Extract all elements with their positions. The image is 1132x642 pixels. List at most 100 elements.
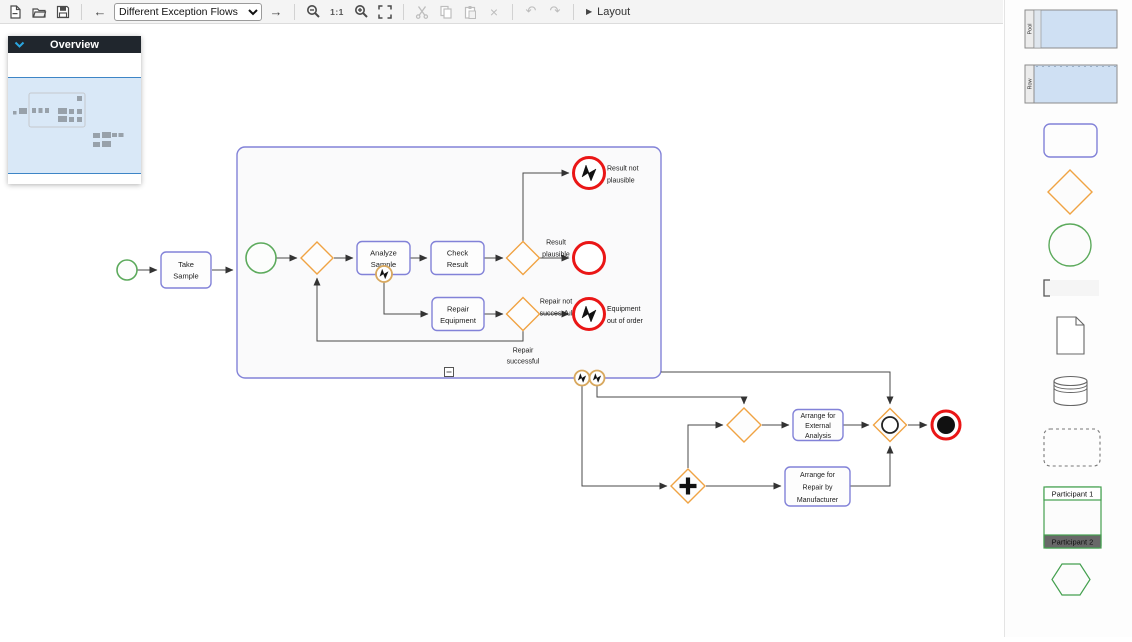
svg-text:Arrange for: Arrange for <box>800 472 836 479</box>
edge-label: out of order <box>607 318 643 325</box>
svg-text:Repair: Repair <box>447 305 470 314</box>
palette-item-data-object[interactable] <box>1057 317 1084 354</box>
task-check-result[interactable]: Check Result <box>431 242 484 275</box>
flow-edge[interactable] <box>582 386 667 486</box>
boundary-error-event[interactable] <box>376 266 392 282</box>
svg-text:Arrange for: Arrange for <box>800 413 836 420</box>
toolbar-separator <box>512 4 513 20</box>
end-event-result-plausible[interactable] <box>574 243 605 274</box>
delete-button[interactable]: × <box>484 2 504 22</box>
palette-item-gateway[interactable] <box>1048 170 1092 214</box>
edge-label: Result not <box>607 166 639 173</box>
toolbar-separator <box>81 4 82 20</box>
event-based-gateway[interactable] <box>874 409 907 442</box>
start-event[interactable] <box>117 260 137 280</box>
svg-text:Check: Check <box>447 249 469 258</box>
subprocess-start-event[interactable] <box>246 243 276 273</box>
chevron-down-icon[interactable] <box>14 41 25 49</box>
task-arrange-repair-manufacturer[interactable]: Arrange for Repair by Manufacturer <box>785 467 850 506</box>
minimap-graphic <box>8 53 141 184</box>
flow-edge[interactable] <box>661 372 890 404</box>
next-diagram-button[interactable]: → <box>266 2 286 22</box>
zoom-out-icon <box>306 4 321 19</box>
zoom-reset-label: 1:1 <box>330 7 344 17</box>
edge-label: Equipment <box>607 306 641 313</box>
diagram-select[interactable]: Different Exception Flows <box>114 3 262 21</box>
palette-shapes: Pool Row Participant 1 Participant 2 <box>1005 0 1132 637</box>
redo-button[interactable]: ↷ <box>545 2 565 22</box>
bpmn-diagram: Take Sample Analyze Sample Check Result … <box>0 24 1003 637</box>
copy-button[interactable] <box>436 2 456 22</box>
redo-icon: ↷ <box>550 5 561 18</box>
overview-header[interactable]: Overview <box>8 36 141 53</box>
zoom-to-fit-button[interactable] <box>375 2 395 22</box>
play-icon: ▶ <box>586 7 592 16</box>
palette-item-group[interactable] <box>1044 429 1100 466</box>
boundary-error-event[interactable] <box>590 371 605 386</box>
pool-label: Pool <box>1028 23 1034 34</box>
diagram-canvas[interactable]: Take Sample Analyze Sample Check Result … <box>0 24 1003 637</box>
flow-edge[interactable] <box>688 425 723 468</box>
flow-edge[interactable] <box>597 386 744 404</box>
overview-minimap[interactable] <box>8 53 141 184</box>
previous-diagram-button[interactable]: ← <box>90 2 110 22</box>
undo-button[interactable]: ↶ <box>521 2 541 22</box>
parallel-gateway[interactable] <box>671 469 705 503</box>
new-file-icon <box>8 5 22 19</box>
zoom-out-button[interactable] <box>303 2 323 22</box>
error-end-event-equipment-out-of-order[interactable] <box>574 299 605 330</box>
svg-text:Equipment: Equipment <box>440 316 477 325</box>
svg-text:Sample: Sample <box>173 272 198 281</box>
palette-item-conversation[interactable] <box>1052 564 1090 595</box>
boundary-error-event[interactable] <box>575 371 590 386</box>
paste-button[interactable] <box>460 2 480 22</box>
delete-icon: × <box>490 5 498 19</box>
save-button[interactable] <box>53 2 73 22</box>
zoom-in-icon <box>354 4 369 19</box>
palette-item-row[interactable]: Row <box>1025 65 1117 103</box>
flow-edge[interactable] <box>850 446 890 486</box>
edge-label: Repair <box>513 348 534 355</box>
shape-palette: Pool Row Participant 1 Participant 2 <box>1004 0 1132 637</box>
copy-icon <box>439 5 453 19</box>
fit-screen-icon <box>378 5 392 19</box>
svg-text:Analyze: Analyze <box>370 249 397 258</box>
participant-2-label: Participant 2 <box>1052 538 1094 547</box>
palette-item-data-store[interactable] <box>1054 377 1087 406</box>
open-file-button[interactable] <box>29 2 49 22</box>
overview-title: Overview <box>25 39 124 51</box>
toolbar-separator <box>294 4 295 20</box>
zoom-reset-button[interactable]: 1:1 <box>327 2 347 22</box>
edge-label: plausible <box>607 178 635 185</box>
task-arrange-external-analysis[interactable]: Arrange for External Analysis <box>793 410 843 441</box>
terminate-end-event[interactable] <box>932 411 960 439</box>
task-repair-equipment[interactable]: Repair Equipment <box>432 298 484 331</box>
toolbar-separator <box>573 4 574 20</box>
layout-button-label: Layout <box>597 6 630 18</box>
error-end-event-result-not-plausible[interactable] <box>574 158 605 189</box>
exclusive-gateway[interactable] <box>727 408 761 442</box>
svg-text:Repair by: Repair by <box>803 485 833 492</box>
palette-item-choreography[interactable]: Participant 1 Participant 2 <box>1044 487 1101 548</box>
svg-text:Analysis: Analysis <box>805 433 832 440</box>
forward-arrow-icon: → <box>270 5 283 18</box>
cut-button[interactable] <box>412 2 432 22</box>
save-icon <box>56 5 70 19</box>
zoom-in-button[interactable] <box>351 2 371 22</box>
layout-button[interactable]: ▶ Layout <box>582 6 634 18</box>
new-file-button[interactable] <box>5 2 25 22</box>
palette-item-annotation[interactable] <box>1044 280 1099 296</box>
edge-label: Result <box>546 240 566 247</box>
svg-text:External: External <box>805 423 831 430</box>
toolbar-separator <box>403 4 404 20</box>
paste-icon <box>463 5 477 19</box>
svg-text:Take: Take <box>178 260 194 269</box>
task-take-sample[interactable]: Take Sample <box>161 252 211 288</box>
participant-1-label: Participant 1 <box>1052 490 1094 499</box>
palette-item-pool[interactable]: Pool <box>1025 10 1117 48</box>
palette-item-event[interactable] <box>1049 224 1091 266</box>
edge-label: plausible <box>542 252 570 259</box>
svg-text:Manufacturer: Manufacturer <box>797 497 839 504</box>
palette-item-task[interactable] <box>1044 124 1097 157</box>
edge-label: Repair not <box>540 299 572 306</box>
